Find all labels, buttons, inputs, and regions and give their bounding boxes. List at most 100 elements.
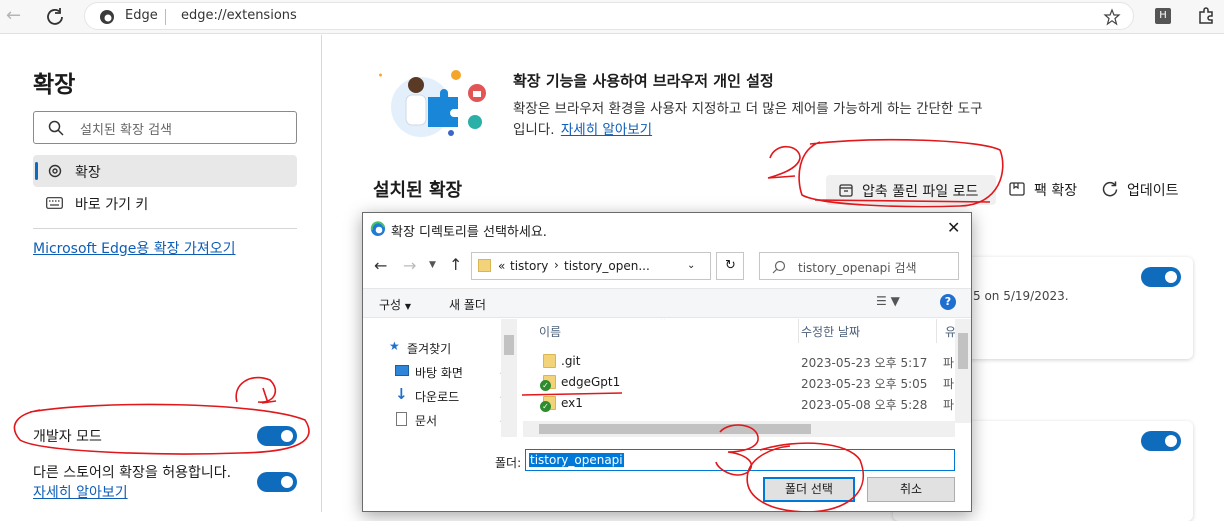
scroll-thumb[interactable] (958, 333, 968, 369)
folder-search-placeholder: tistory_openapi 검색 (798, 261, 917, 275)
nav-item-label: 바탕 화면 (415, 366, 463, 380)
refresh-icon: ↻ (725, 258, 736, 273)
nav-item-favorites[interactable]: ★ 즐겨찾기 (389, 339, 509, 357)
other-store-learn-more-link[interactable]: 자세히 알아보기 (33, 482, 128, 502)
back-icon[interactable]: ← (374, 256, 387, 275)
column-header-date[interactable]: 수정한 날짜 (793, 319, 937, 343)
address-bar[interactable]: Edge edge://extensions (84, 2, 1134, 30)
other-store-toggle[interactable] (257, 472, 297, 492)
extensions-illustration-icon (379, 70, 486, 137)
file-type: 파 (943, 356, 955, 370)
url-text[interactable]: edge://extensions (181, 8, 297, 23)
download-arrow-icon: ↓ (395, 385, 408, 403)
promo-text-suffix: 입니다. (513, 122, 555, 138)
organize-button[interactable]: 구성 ▼ (379, 296, 411, 313)
installed-extensions-heading: 설치된 확장 (373, 180, 463, 201)
folder-name-value: tistory_openapi (529, 453, 624, 467)
chevron-down-icon[interactable]: ⌄ (687, 260, 695, 271)
path-separator: › (554, 258, 559, 272)
document-icon (396, 412, 407, 426)
nav-item-downloads[interactable]: ↓ 다운로드 📌 (395, 385, 514, 405)
file-date: 2023-05-23 오후 5:17 (801, 356, 928, 370)
other-store-label: 다른 스토어의 확장을 허용합니다. (33, 465, 232, 481)
promo-learn-more-link[interactable]: 자세히 알아보기 (561, 122, 652, 138)
folder-field-label: 폴더: (495, 456, 522, 470)
folder-name-input[interactable]: tistory_openapi (525, 449, 955, 471)
file-name: edgeGpt1 (561, 375, 621, 389)
forward-icon[interactable]: → (403, 256, 416, 275)
path-segment[interactable]: tistory_open... (564, 259, 650, 273)
extension-card-text: 5 on 5/19/2023. (973, 289, 1069, 303)
update-button[interactable]: 업데이트 (1127, 180, 1179, 200)
nav-item-documents[interactable]: 문서 📌 (395, 411, 514, 429)
nav-item-desktop[interactable]: 바탕 화면 📌 (395, 363, 514, 381)
extension-enable-toggle[interactable] (1141, 431, 1181, 451)
path-bar[interactable]: « tistory › tistory_open... ⌄ (471, 252, 711, 280)
file-list: 이름 ⌃ 수정한 날짜 유 .git 2023-05-23 오후 5:17 파 … (523, 319, 971, 437)
pack-icon (1009, 182, 1025, 196)
back-icon[interactable]: ← (6, 6, 26, 26)
promo-description: 확장은 브라우저 환경을 사용자 지정하고 더 많은 제어를 가능하게 하는 간… (513, 101, 983, 117)
file-date: 2023-05-08 오후 5:28 (801, 398, 928, 412)
nav-item-label: 다운로드 (415, 390, 460, 404)
file-row[interactable]: ✓ edgeGpt1 2023-05-23 오후 5:05 파 (523, 372, 955, 393)
file-row[interactable]: ✓ ex1 2023-05-08 오후 5:28 파 (523, 393, 955, 414)
cancel-button[interactable]: 취소 (867, 477, 955, 502)
file-list-scrollbar[interactable] (955, 319, 971, 423)
keyboard-icon (46, 197, 63, 209)
chevron-down-icon: ▼ (404, 302, 412, 311)
favorite-star-icon[interactable] (1103, 8, 1121, 26)
column-date-label: 수정한 날짜 (801, 325, 861, 339)
browser-toolbar: ← Edge edge://extensions H (0, 0, 1224, 34)
dev-mode-toggle[interactable] (257, 426, 297, 446)
scroll-thumb[interactable] (539, 424, 811, 434)
sidebar-item-label: 확장 (75, 165, 101, 181)
close-icon[interactable]: ✕ (947, 218, 960, 237)
file-row[interactable]: .git 2023-05-23 오후 5:17 파 (523, 351, 955, 372)
path-overflow[interactable]: « (498, 259, 505, 273)
help-icon[interactable]: ? (940, 294, 956, 310)
column-name-label: 이름 (539, 325, 562, 339)
url-divider (165, 9, 166, 25)
organize-label: 구성 (379, 298, 402, 312)
nav-item-label: 문서 (415, 414, 438, 428)
view-options-icon[interactable]: ☰ ▼ (876, 294, 900, 308)
sidebar-title: 확장 (33, 72, 76, 98)
file-list-h-scrollbar[interactable] (523, 421, 955, 437)
edge-logo-icon (370, 221, 385, 236)
navigation-pane: ★ 즐겨찾기 바탕 화면 📌 ↓ 다운로드 📌 문서 📌 (363, 319, 515, 437)
search-icon (772, 260, 786, 274)
sidebar-item-shortcuts[interactable]: 바로 가기 키 (33, 187, 297, 219)
file-type: 파 (943, 398, 955, 412)
sort-ascending-icon: ⌃ (659, 319, 668, 327)
refresh-button[interactable]: ↻ (716, 252, 744, 280)
search-input[interactable]: 설치된 확장 검색 (33, 111, 297, 144)
pack-extension-button[interactable]: 팩 확장 (1034, 180, 1077, 200)
folder-search-input[interactable]: tistory_openapi 검색 (759, 252, 959, 280)
new-folder-button[interactable]: 새 폴더 (449, 296, 486, 313)
extensions-puzzle-icon[interactable] (1196, 6, 1216, 26)
select-folder-button[interactable]: 폴더 선택 (763, 477, 855, 502)
profile-avatar[interactable]: H (1155, 8, 1171, 24)
site-name: Edge (125, 8, 158, 23)
sidebar-divider (33, 228, 297, 229)
sidebar-item-extensions[interactable]: 확장 (33, 155, 297, 187)
desktop-icon (395, 365, 409, 376)
folder-picker-dialog: 확장 디렉토리를 선택하세요. ✕ ← → ▼ ↑ « tistory › ti… (362, 212, 972, 512)
extension-enable-toggle[interactable] (1141, 267, 1181, 287)
path-segment[interactable]: tistory (510, 259, 548, 273)
search-placeholder: 설치된 확장 검색 (80, 123, 172, 138)
up-arrow-icon[interactable]: ↑ (449, 255, 462, 274)
chevron-down-icon[interactable]: ▼ (429, 260, 436, 270)
scroll-thumb[interactable] (504, 335, 514, 355)
promo-description-end: 입니다. 자세히 알아보기 (513, 118, 652, 138)
load-unpacked-button[interactable]: 압축 풀린 파일 로드 (826, 175, 996, 205)
star-icon: ★ (389, 339, 400, 353)
edge-logo-icon (100, 10, 114, 24)
gear-icon (48, 164, 62, 178)
refresh-icon[interactable] (45, 7, 65, 27)
dialog-toolbar: 구성 ▼ 새 폴더 ☰ ▼ ? (363, 288, 971, 318)
navigation-scrollbar[interactable] (501, 319, 517, 437)
store-link[interactable]: Microsoft Edge용 확장 가져오기 (33, 238, 235, 258)
sync-check-icon: ✓ (540, 380, 551, 391)
